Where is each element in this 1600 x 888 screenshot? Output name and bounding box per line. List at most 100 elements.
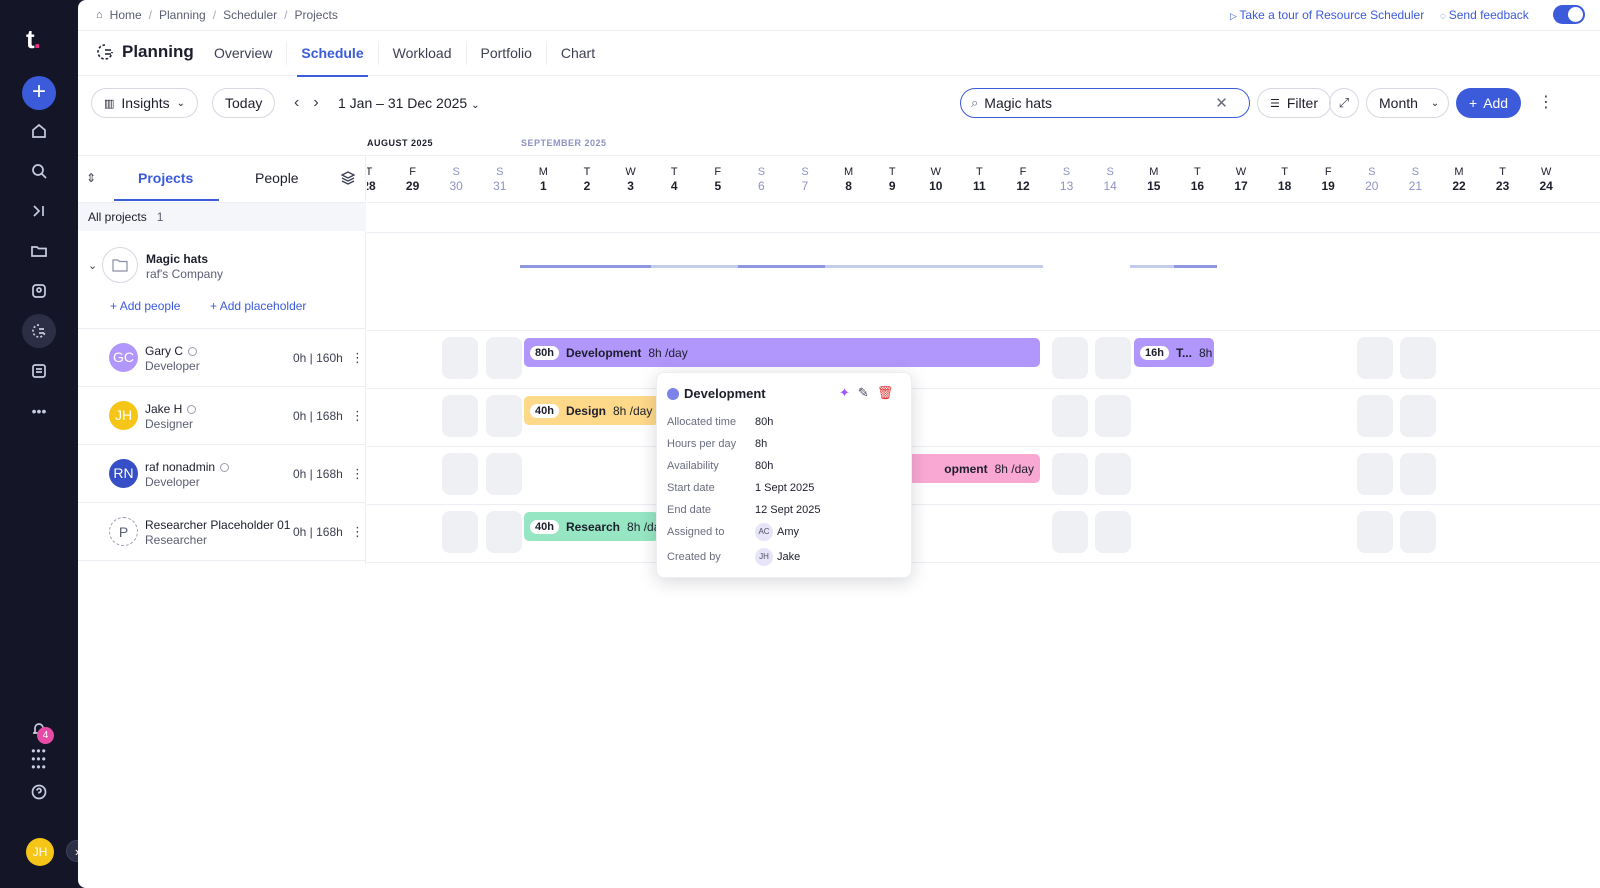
person-name[interactable]: Researcher Placeholder 01: [145, 518, 290, 532]
create-button[interactable]: +: [22, 76, 56, 110]
avatar: JH: [109, 401, 138, 430]
day-column-header: T 11: [973, 166, 986, 193]
allocation-bar[interactable]: opment 8h /day: [907, 454, 1040, 483]
prev-period-icon[interactable]: ‹: [294, 94, 299, 112]
person-row[interactable]: RN raf nonadmin Developer 0h | 168h ⋮: [78, 445, 366, 503]
add-button[interactable]: + Add: [1456, 88, 1522, 118]
planning-icon[interactable]: [22, 314, 56, 348]
person-row[interactable]: JH Jake H Designer 0h | 168h ⋮: [78, 387, 366, 445]
allocation-bar[interactable]: 16h T... 8h: [1134, 338, 1214, 367]
team-icon[interactable]: [24, 276, 54, 306]
popover-field: Hours per day 8h: [667, 438, 768, 450]
day-column-header: F 29: [405, 166, 420, 193]
filter-button[interactable]: ☰ Filter: [1257, 88, 1331, 118]
person-name[interactable]: Jake H: [145, 402, 197, 416]
reports-icon[interactable]: [24, 356, 54, 386]
apps-icon[interactable]: ••• ••• •••: [24, 744, 54, 774]
search-input[interactable]: [984, 95, 1210, 111]
avatar: RN: [109, 459, 138, 488]
person-hours: 0h | 168h: [293, 467, 343, 481]
insights-button[interactable]: ▥ Insights ⌄: [91, 88, 199, 118]
tab-workload[interactable]: Workload: [379, 41, 467, 65]
date-range-picker[interactable]: 1 Jan – 31 Dec 2025 ⌄: [338, 95, 480, 111]
tab-chart[interactable]: Chart: [547, 41, 609, 65]
person-name[interactable]: raf nonadmin: [145, 460, 230, 474]
sort-icon[interactable]: ⇕: [86, 171, 96, 185]
row-menu-icon[interactable]: ⋮: [351, 466, 364, 482]
avatar: AC: [755, 523, 773, 541]
day-column-header: S 31: [493, 166, 507, 193]
view-select[interactable]: Month ⌄: [1366, 88, 1449, 118]
non-working-day-cell: [485, 453, 522, 495]
edit-icon[interactable]: ✎: [858, 385, 869, 401]
app-logo[interactable]: t.: [26, 24, 41, 55]
delete-icon[interactable]: 🗑: [877, 385, 894, 401]
breadcrumb-scheduler[interactable]: Scheduler: [223, 8, 277, 22]
project-timeline-bar[interactable]: [1174, 265, 1217, 268]
more-icon[interactable]: •••: [24, 396, 54, 426]
day-column-header: S 20: [1365, 166, 1379, 193]
layers-icon[interactable]: [340, 170, 356, 186]
allocation-bar[interactable]: 40h Design 8h /day: [524, 396, 659, 425]
row-menu-icon[interactable]: ⋮: [351, 408, 364, 424]
popover-field: Availability 80h: [667, 460, 774, 472]
person-role: Researcher: [145, 533, 208, 547]
project-timeline-bar[interactable]: [738, 265, 825, 268]
row-menu-icon[interactable]: ⋮: [351, 350, 364, 366]
feature-toggle[interactable]: [1553, 5, 1585, 24]
allocation-bar[interactable]: 40h Research 8h /da: [524, 512, 659, 541]
breadcrumb-planning[interactable]: Planning: [159, 8, 206, 22]
project-timeline-bar[interactable]: [651, 265, 738, 268]
feedback-link[interactable]: ◌ Send feedback: [1440, 8, 1529, 22]
allocation-bar[interactable]: 80h Development 8h /day: [524, 338, 1040, 367]
row-divider: [367, 388, 1600, 389]
schedule-timeline: AUGUST 2025 SEPTEMBER 2025 T28 F29 S30 S31 M…: [367, 132, 1600, 572]
person-hours: 0h | 168h: [293, 409, 343, 423]
popover-title: Development: [684, 386, 766, 401]
home-icon[interactable]: [24, 116, 54, 146]
sparkle-icon[interactable]: ✦: [839, 385, 850, 401]
search-icon[interactable]: [24, 156, 54, 186]
day-column-header: T4: [670, 166, 678, 193]
person-name[interactable]: Gary C: [145, 344, 198, 358]
day-column-header: S 13: [1059, 166, 1074, 193]
next-period-icon[interactable]: ›: [313, 94, 318, 112]
tab-people[interactable]: People: [255, 170, 299, 186]
breadcrumb-home[interactable]: Home: [110, 8, 142, 22]
project-name[interactable]: Magic hats: [146, 252, 208, 266]
allocation-task: opment: [944, 461, 988, 476]
row-menu-icon[interactable]: ⋮: [351, 524, 364, 540]
project-timeline-bar[interactable]: [520, 265, 651, 268]
more-options-icon[interactable]: ⋮: [1538, 92, 1554, 112]
add-placeholder-button[interactable]: + Add placeholder: [210, 299, 306, 313]
person-row[interactable]: P Researcher Placeholder 01 Researcher 0h |…: [78, 503, 366, 561]
non-working-day-cell: [1356, 453, 1393, 495]
badge-icon: [187, 405, 197, 415]
help-icon[interactable]: [24, 777, 54, 807]
tab-projects[interactable]: Projects: [113, 170, 220, 201]
tab-portfolio[interactable]: Portfolio: [467, 41, 547, 65]
all-projects-row[interactable]: All projects 1: [78, 203, 366, 231]
day-column-header: T9: [888, 166, 896, 193]
non-working-day-cell: [485, 395, 522, 437]
clear-search-icon[interactable]: ✕: [1215, 94, 1228, 112]
tab-schedule[interactable]: Schedule: [287, 41, 379, 77]
day-column-header: W 17: [1234, 166, 1248, 193]
project-timeline-bar[interactable]: [1130, 265, 1174, 268]
tour-link[interactable]: ▷ Take a tour of Resource Scheduler: [1230, 8, 1424, 22]
today-button[interactable]: Today: [212, 88, 276, 118]
collapse-icon[interactable]: [24, 196, 54, 226]
page-header: Planning Overview Schedule Workload Port…: [78, 30, 1600, 77]
non-working-day-cell: [1095, 511, 1132, 553]
fullscreen-icon[interactable]: ⤢: [1329, 88, 1359, 118]
person-row[interactable]: GC Gary C Developer 0h | 160h ⋮: [78, 329, 366, 387]
add-people-button[interactable]: + Add people: [110, 299, 180, 313]
project-timeline-bar[interactable]: [825, 265, 1043, 268]
tab-overview[interactable]: Overview: [200, 41, 288, 65]
user-avatar[interactable]: JH: [26, 838, 54, 866]
collapse-chevron-icon[interactable]: ⌄: [88, 259, 97, 272]
non-working-day-cell: [1051, 395, 1088, 437]
folder-icon[interactable]: [24, 236, 54, 266]
popover-created: Created by JH Jake: [667, 548, 907, 566]
allocation-hours: 16h: [1140, 345, 1169, 360]
